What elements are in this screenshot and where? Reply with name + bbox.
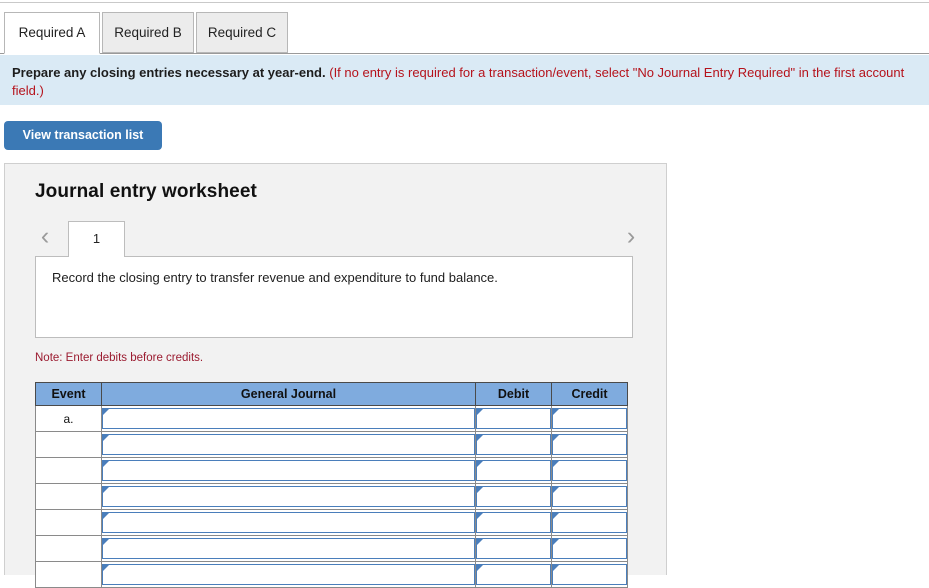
debit-field-cell [475, 483, 552, 510]
event-cell [35, 483, 102, 510]
required-tabs: Required A Required B Required C [0, 6, 929, 54]
general-journal-field[interactable] [102, 408, 475, 429]
general-journal-field[interactable] [102, 538, 475, 559]
credit-field-cell [551, 457, 628, 484]
top-divider [0, 2, 929, 3]
credit-field-cell [551, 535, 628, 562]
table-row: a. [35, 405, 628, 432]
debit-field-cell [475, 405, 552, 432]
credit-field-cell [551, 483, 628, 510]
general-journal-field-cell [101, 535, 476, 562]
event-cell [35, 535, 102, 562]
general-journal-field-cell [101, 457, 476, 484]
table-row [35, 431, 628, 458]
debit-field[interactable] [476, 486, 551, 507]
table-row [35, 483, 628, 510]
table-header-row: Event General Journal Debit Credit [35, 382, 628, 406]
table-row [35, 509, 628, 536]
credit-field[interactable] [552, 512, 627, 533]
debit-field-cell [475, 509, 552, 536]
general-journal-field[interactable] [102, 486, 475, 507]
chevron-left-icon[interactable]: ‹ [33, 223, 57, 251]
table-row [35, 457, 628, 484]
credit-field[interactable] [552, 538, 627, 559]
column-header-event: Event [35, 382, 102, 406]
general-journal-field-cell [101, 483, 476, 510]
event-cell: a. [35, 405, 102, 432]
worksheet-title: Journal entry worksheet [35, 181, 257, 202]
entry-description-box: Record the closing entry to transfer rev… [35, 256, 633, 338]
chevron-right-icon[interactable]: › [619, 223, 643, 251]
journal-entry-table: Event General Journal Debit Credit a. [35, 382, 628, 588]
event-cell [35, 431, 102, 458]
journal-entry-worksheet-panel: Journal entry worksheet ‹ 1 › Record the… [4, 163, 668, 588]
column-header-general-journal: General Journal [101, 382, 476, 406]
credit-field[interactable] [552, 460, 627, 481]
tabstrip-baseline [0, 53, 929, 54]
instruction-banner: Prepare any closing entries necessary at… [0, 55, 929, 105]
column-header-credit: Credit [551, 382, 628, 406]
general-journal-field[interactable] [102, 434, 475, 455]
tab-required-c[interactable]: Required C [196, 12, 288, 53]
debit-field-cell [475, 535, 552, 562]
event-cell [35, 509, 102, 536]
table-row [35, 535, 628, 562]
debit-field[interactable] [476, 460, 551, 481]
view-transaction-list-button[interactable]: View transaction list [4, 121, 162, 150]
general-journal-field[interactable] [102, 512, 475, 533]
entry-description-text: Record the closing entry to transfer rev… [52, 270, 498, 285]
tab-required-b[interactable]: Required B [102, 12, 194, 53]
instruction-main-text: Prepare any closing entries necessary at… [12, 65, 326, 80]
page-tab-1[interactable]: 1 [68, 221, 125, 257]
credit-field-cell [551, 509, 628, 536]
debit-field[interactable] [476, 512, 551, 533]
credit-field[interactable] [552, 408, 627, 429]
tab-required-a[interactable]: Required A [4, 12, 100, 54]
general-journal-field-cell [101, 509, 476, 536]
debit-field-cell [475, 457, 552, 484]
event-cell [35, 457, 102, 484]
general-journal-field[interactable] [102, 460, 475, 481]
worksheet-pager: ‹ 1 › [5, 217, 668, 257]
credit-field[interactable] [552, 434, 627, 455]
general-journal-field-cell [101, 431, 476, 458]
credit-field[interactable] [552, 486, 627, 507]
debit-field[interactable] [476, 538, 551, 559]
credit-field-cell [551, 431, 628, 458]
debit-field[interactable] [476, 408, 551, 429]
general-journal-field-cell [101, 405, 476, 432]
credit-field-cell [551, 405, 628, 432]
debit-field-cell [475, 431, 552, 458]
column-header-debit: Debit [475, 382, 552, 406]
debits-before-credits-note: Note: Enter debits before credits. [35, 352, 204, 364]
debit-field[interactable] [476, 434, 551, 455]
